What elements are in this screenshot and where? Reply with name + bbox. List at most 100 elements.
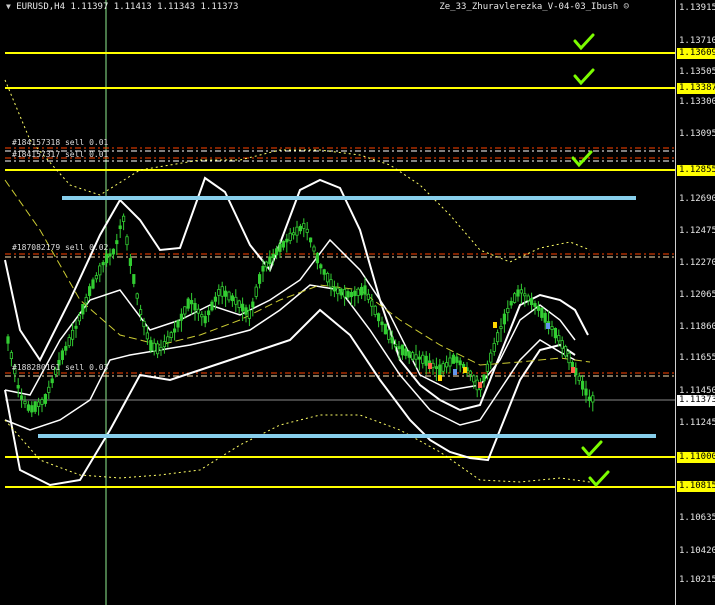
candle-body (353, 290, 357, 297)
candle-body (319, 264, 323, 269)
candle-body (122, 215, 126, 222)
candle-body (448, 357, 452, 367)
candle-body (587, 396, 592, 401)
candle-body (169, 332, 173, 338)
candle-body (312, 246, 316, 252)
candle-body (264, 261, 269, 268)
level-tag: 1.13387 (677, 83, 715, 94)
candle-body (339, 288, 343, 296)
candle-body (530, 298, 534, 306)
candle-body (172, 328, 177, 333)
candle-body (305, 228, 309, 233)
candle-body (203, 315, 207, 324)
checkmark-icon (581, 440, 603, 458)
candle-body (325, 272, 330, 283)
candle-body (206, 310, 211, 316)
moving-average (4, 179, 591, 366)
candle-body (138, 309, 143, 316)
candle-body (506, 307, 510, 314)
chart-area[interactable]: ▼ EURUSD,H4 1.11397 1.11413 1.11343 1.11… (0, 0, 675, 605)
candle-body (257, 274, 262, 284)
candle-body (281, 240, 286, 248)
candle-body (584, 388, 588, 396)
candle-body (71, 329, 75, 340)
price-axis[interactable]: 1.13915 1.13710 1.13505 1.13300 1.13095 … (675, 0, 715, 605)
candle-body (495, 332, 500, 343)
candle-body (533, 303, 537, 307)
candle-body (407, 351, 411, 358)
candle-body (105, 253, 109, 264)
candle-body (400, 344, 405, 356)
candle-body (455, 356, 459, 363)
candle-body (380, 321, 384, 326)
candle-body (370, 300, 374, 307)
candle-body (438, 364, 442, 376)
candle-body (91, 279, 95, 289)
candle-body (516, 289, 520, 297)
candle-body (560, 340, 564, 349)
candle-body (176, 320, 180, 328)
candle-body (393, 343, 398, 347)
trade-marker (428, 363, 432, 369)
candle-body (373, 305, 377, 315)
candle-body (557, 335, 561, 342)
candle-body (540, 307, 544, 318)
candle-body (523, 293, 527, 297)
candle-body (451, 354, 456, 364)
trade-marker (438, 375, 442, 381)
candle-body (271, 253, 275, 259)
price-tick: 1.13095 (679, 129, 715, 139)
candle-body (295, 226, 299, 236)
price-chart[interactable] (0, 0, 675, 605)
candle-body (6, 336, 10, 344)
candle-body (234, 296, 238, 305)
candle-body (213, 296, 217, 302)
symbol-triangle-icon: ▼ (6, 2, 11, 11)
candle-body (223, 290, 228, 297)
price-tick: 1.12690 (679, 194, 715, 204)
candle-body (526, 295, 530, 301)
candle-body (67, 337, 71, 347)
order-label[interactable]: #187082179 sell 0.02 (12, 243, 108, 252)
candle-body (285, 238, 289, 243)
candle-body (162, 341, 166, 348)
candle-body (581, 380, 585, 390)
candle-body (502, 313, 507, 325)
candle-body (332, 286, 337, 292)
candle-body (322, 269, 326, 275)
candle-body (410, 352, 415, 360)
candle-body (536, 305, 541, 311)
candle-body (189, 300, 194, 305)
candle-body (376, 313, 381, 322)
candle-body (291, 232, 296, 236)
candle-body (492, 342, 496, 352)
order-label[interactable]: #184157318 sell 0.01 (12, 138, 108, 147)
candle-body (567, 352, 571, 364)
current-price-tag: 1.11373 (677, 395, 715, 406)
candle-body (155, 343, 160, 355)
candle-body (288, 232, 292, 242)
price-tick: 1.10635 (679, 513, 715, 523)
candle-body (19, 395, 24, 400)
trade-marker (463, 367, 467, 373)
candle-body (98, 265, 102, 276)
candle-body (152, 342, 156, 352)
candle-body (64, 346, 68, 351)
candle-body (16, 385, 20, 389)
candle-body (111, 248, 115, 255)
candle-body (193, 302, 197, 311)
candle-body (349, 291, 354, 298)
candle-body (118, 225, 122, 229)
symbol-header: ▼ EURUSD,H4 1.11397 1.11413 1.11343 1.11… (6, 2, 238, 12)
candle-body (387, 329, 391, 340)
level-tag: 1.10815 (677, 481, 715, 492)
order-label[interactable]: #188280161 sell 0.03 (12, 363, 108, 372)
expert-advisor-label[interactable]: Ze_33_Zhuravlerezka_V-04-03_Ibush ☺ (439, 2, 629, 12)
candle-body (128, 258, 132, 266)
candle-body (577, 375, 581, 381)
level-tag: 1.11000 (677, 452, 715, 463)
candle-body (210, 301, 214, 311)
order-label[interactable]: #184157317 sell 0.01 (12, 150, 108, 159)
candle-body (342, 289, 347, 298)
candle-body (74, 325, 78, 329)
